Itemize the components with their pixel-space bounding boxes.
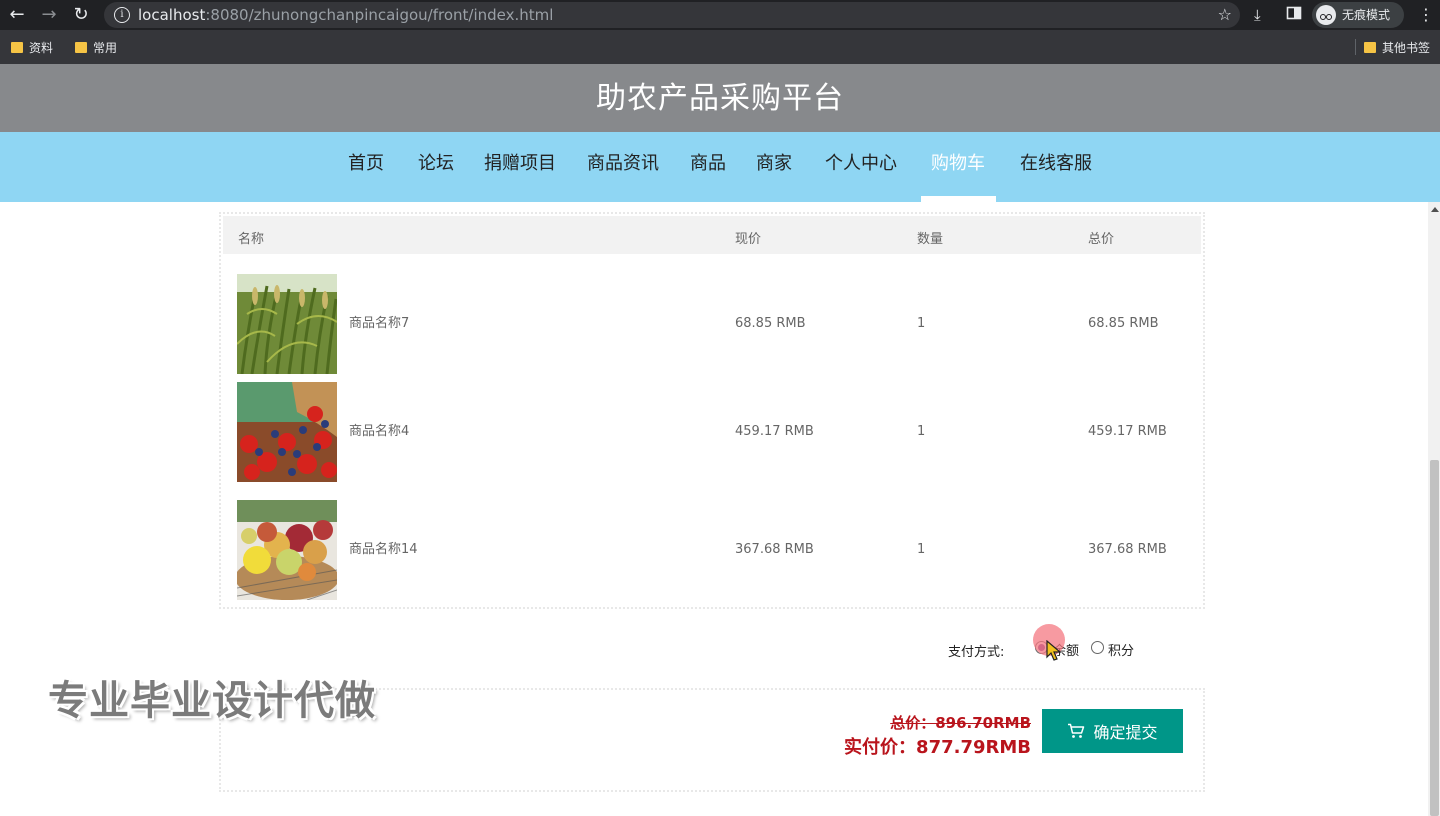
url-text[interactable]: localhost:8080/zhunongchanpincaigou/fron… [138,5,553,25]
nav-cart[interactable]: 购物车 [931,152,985,178]
scrollbar-thumb[interactable] [1430,460,1439,816]
active-tab-indicator [921,196,996,202]
product-qty: 1 [917,424,926,439]
incognito-badge[interactable]: 无痕模式 [1312,2,1404,28]
nav-profile[interactable]: 个人中心 [825,152,897,178]
product-image-fruit-basket[interactable] [237,500,337,600]
nav-support[interactable]: 在线客服 [1020,152,1092,178]
incognito-icon [1316,5,1336,25]
table-row: 商品名称4 459.17 RMB 1 459.17 RMB [221,382,1203,482]
bookmark-folder-1[interactable]: 资料 [11,39,53,55]
product-name[interactable]: 商品名称14 [349,542,418,558]
watermark-text: 专业毕业设计代做 [48,678,376,724]
payment-points-label[interactable]: 积分 [1108,640,1134,659]
cart-icon [1068,723,1085,738]
download-icon[interactable]: ⤓ [1254,5,1261,25]
header-price: 现价 [735,232,762,247]
main-nav: 首页 论坛 捐赠项目 商品资讯 商品 商家 个人中心 购物车 在线客服 [0,132,1440,202]
header-name: 名称 [238,232,265,247]
nav-forum[interactable]: 论坛 [418,152,454,178]
nav-home[interactable]: 首页 [348,152,384,178]
mouse-pointer-icon [1046,640,1062,661]
bookmark-folder-2[interactable]: 常用 [75,39,117,55]
folder-icon [1364,41,1376,53]
product-image-berries[interactable] [237,382,337,482]
nav-merchants[interactable]: 商家 [756,152,792,178]
scroll-up-arrow-icon[interactable] [1431,207,1439,212]
bookmark-separator [1355,39,1356,55]
header-quantity: 数量 [917,232,944,247]
original-total: 总价：896.70RMB [890,714,1031,732]
nav-news[interactable]: 商品资讯 [587,152,659,178]
nav-products[interactable]: 商品 [690,152,726,178]
browser-toolbar: ← → ↻ i localhost:8080/zhunongchanpincai… [0,0,1440,30]
bookmarks-bar: 资料 常用 其他书签 [0,30,1440,64]
product-price: 459.17 RMB [735,424,814,439]
payment-method-label: 支付方式: [948,645,1005,660]
product-price: 68.85 RMB [735,316,806,331]
product-qty: 1 [917,542,926,557]
other-bookmarks[interactable]: 其他书签 [1364,39,1430,55]
folder-icon [11,41,23,53]
product-qty: 1 [917,316,926,331]
folder-icon [75,41,87,53]
table-row: 商品名称14 367.68 RMB 1 367.68 RMB [221,500,1203,600]
cart-table: 名称 现价 数量 总价 商品名称7 68.85 RMB 1 68.85 RMB … [219,212,1205,609]
forward-arrow-icon[interactable]: → [38,4,60,26]
menu-kebab-icon[interactable]: ⋮ [1418,5,1434,25]
reload-icon[interactable]: ↻ [70,4,92,26]
product-total: 367.68 RMB [1088,542,1167,557]
header-total: 总价 [1088,232,1115,247]
product-price: 367.68 RMB [735,542,814,557]
site-info-icon[interactable]: i [114,7,130,23]
side-panel-icon[interactable] [1286,5,1302,26]
site-title: 助农产品采购平台 [596,81,844,116]
product-name[interactable]: 商品名称7 [349,316,409,332]
table-row: 商品名称7 68.85 RMB 1 68.85 RMB [221,274,1203,374]
table-header: 名称 现价 数量 总价 [223,216,1201,254]
bookmark-star-icon[interactable]: ☆ [1218,5,1232,24]
address-bar[interactable]: i localhost:8080/zhunongchanpincaigou/fr… [104,2,1240,28]
site-header: 助农产品采购平台 [0,64,1440,132]
payment-points-radio[interactable] [1091,641,1104,654]
nav-donation[interactable]: 捐赠项目 [484,152,556,178]
product-total: 68.85 RMB [1088,316,1159,331]
submit-order-button[interactable]: 确定提交 [1042,709,1183,753]
product-total: 459.17 RMB [1088,424,1167,439]
product-name[interactable]: 商品名称4 [349,424,409,440]
payable-total: 实付价：877.79RMB [844,737,1031,758]
product-image-millet[interactable] [237,274,337,374]
back-arrow-icon[interactable]: ← [6,4,28,26]
